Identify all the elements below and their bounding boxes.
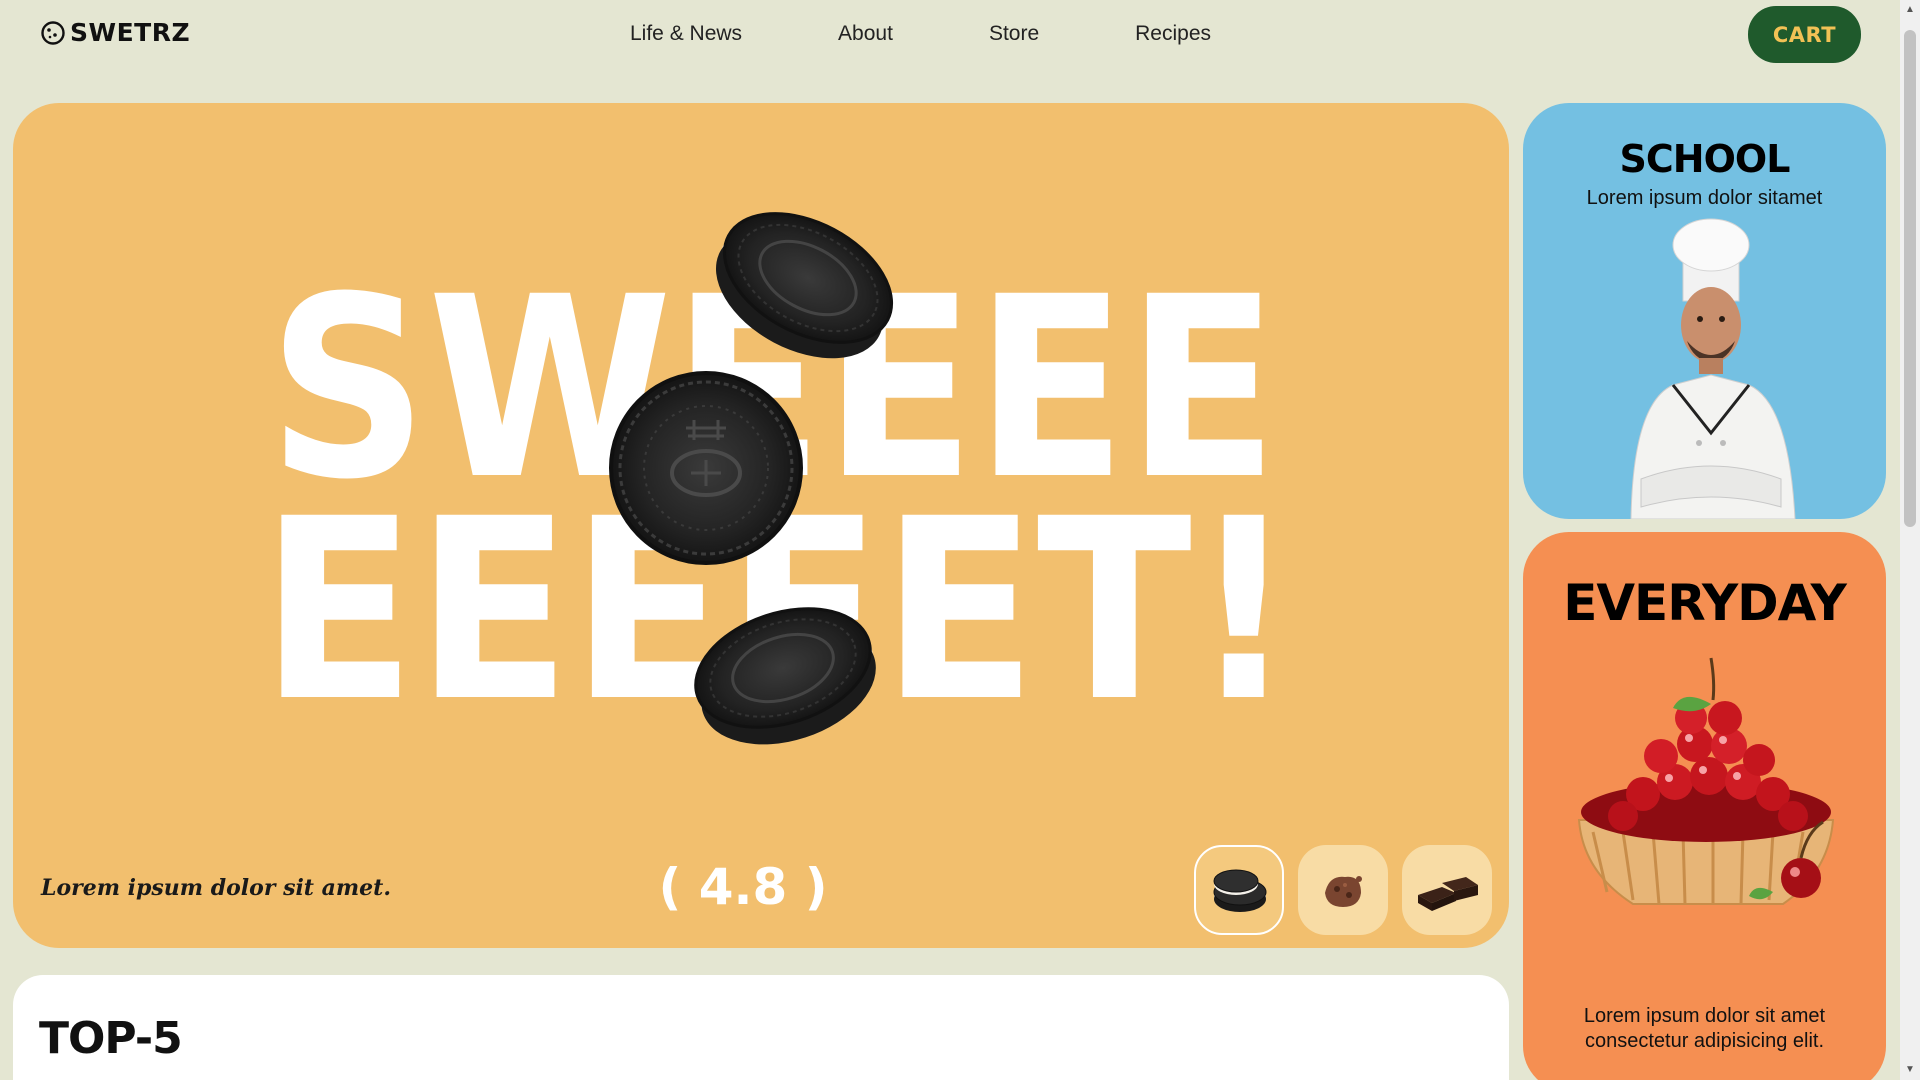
oreo-cookies-icon bbox=[1213, 869, 1267, 912]
everyday-card[interactable]: EVERYDAY Lorem ipsum dolor sit amet cons… bbox=[1523, 532, 1886, 1080]
nav-about[interactable]: About bbox=[838, 22, 893, 46]
school-card[interactable]: SCHOOL Lorem ipsum dolor sitamet bbox=[1523, 103, 1886, 519]
scroll-up-arrow-icon[interactable]: ▲ bbox=[1900, 0, 1920, 20]
page-scrollbar[interactable]: ▲ ▼ bbox=[1900, 0, 1920, 1080]
site-header: SWETRZ Life & News About Store Recipes C… bbox=[0, 0, 1900, 80]
hero-illustration: SWEEEE EEEEET! bbox=[261, 212, 1296, 756]
cherry-tart-illustration bbox=[1577, 657, 1835, 905]
nav-recipes[interactable]: Recipes bbox=[1135, 22, 1211, 46]
nav-store[interactable]: Store bbox=[989, 22, 1039, 46]
top5-section: TOP-5 bbox=[13, 975, 1509, 1080]
scroll-down-arrow-icon[interactable]: ▼ bbox=[1900, 1060, 1920, 1080]
cookie-logo-icon bbox=[41, 20, 65, 45]
brownies-icon bbox=[1418, 877, 1478, 911]
cookie-crumble-icon bbox=[1325, 876, 1362, 907]
thumbnail-brownies[interactable] bbox=[1402, 845, 1492, 935]
cart-button[interactable]: CART bbox=[1748, 6, 1861, 63]
top5-title: TOP-5 bbox=[39, 1013, 183, 1064]
thumbnail-cookie-crumble[interactable] bbox=[1298, 845, 1388, 935]
main-nav: Life & News About Store Recipes bbox=[630, 22, 1211, 46]
scrollbar-thumb[interactable] bbox=[1904, 30, 1916, 527]
chef-illustration bbox=[1630, 218, 1796, 519]
hero-banner: SWEEEE EEEEET! Lorem ipsum dolor sit ame… bbox=[13, 103, 1509, 948]
thumbnail-oreo[interactable] bbox=[1194, 845, 1284, 935]
logo-text: SWETRZ bbox=[70, 18, 191, 47]
nav-life-news[interactable]: Life & News bbox=[630, 22, 742, 46]
oreo-cookie-middle bbox=[609, 371, 803, 565]
everyday-card-subtitle: Lorem ipsum dolor sit amet consectetur a… bbox=[1583, 1005, 1826, 1052]
logo[interactable]: SWETRZ bbox=[40, 18, 190, 47]
